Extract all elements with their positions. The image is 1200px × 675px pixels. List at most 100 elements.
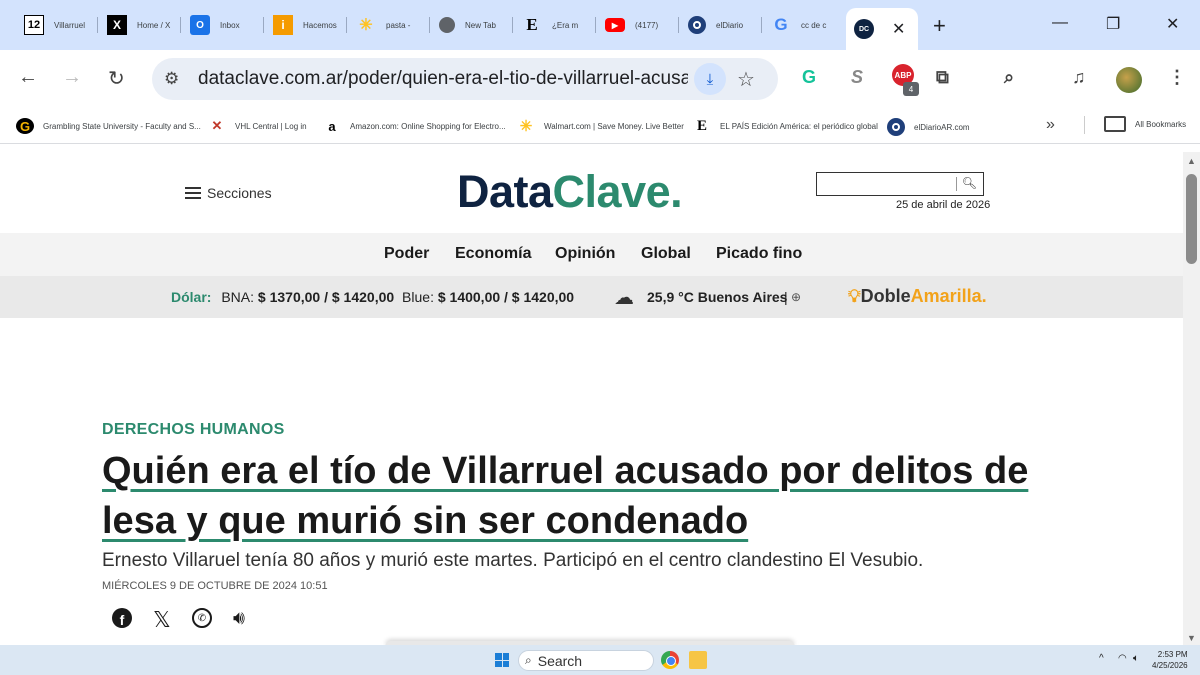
tray-overflow-icon[interactable]: ^ (1099, 653, 1104, 664)
nav-economia[interactable]: Economía (455, 245, 531, 263)
tab-title: Inbox (220, 20, 240, 30)
headline-line-2: lesa y que murió sin ser condenado (102, 500, 749, 542)
tab-separator (678, 17, 679, 33)
bookmark-label: Walmart.com | Save Money. Live Better (544, 121, 684, 131)
file-explorer-icon[interactable] (689, 651, 707, 669)
grammarly-icon[interactable]: G (802, 67, 816, 88)
current-date: 25 de abril de 2026 (896, 199, 991, 211)
search-icon[interactable]: 🔍︎ (962, 176, 977, 190)
elpais-icon: E (696, 117, 707, 134)
bookmark-walmart[interactable]: ✳ Walmart.com | Save Money. Live Better (517, 118, 684, 135)
tab-title: ¿Era m (552, 20, 579, 30)
tab-youtube[interactable]: ▶ (4177) (597, 8, 679, 42)
page-scrollbar[interactable]: ▲ ▼ (1183, 152, 1200, 645)
main-nav: Poder Economía Opinión Global Picado fin… (0, 233, 1183, 276)
bookmarks-divider (1084, 116, 1085, 134)
bna-label: BNA: (221, 289, 255, 305)
tab-dataclave-active[interactable]: DC ✕ (846, 8, 918, 50)
bookmark-elpais[interactable]: E EL PAÍS Edición América: el periódico … (693, 118, 878, 134)
tab-hacemos[interactable]: i Hacemos (265, 8, 347, 42)
tab-x-home[interactable]: X Home / X (99, 8, 181, 42)
nav-global[interactable]: Global (641, 245, 691, 263)
install-app-icon[interactable]: ⤓ (694, 63, 726, 95)
site-search: 🔍︎ (816, 172, 984, 196)
site-settings-icon[interactable]: ⚙ (164, 69, 179, 89)
s-extension-icon[interactable]: S (851, 67, 863, 88)
youtube-icon: ▶ (605, 18, 625, 32)
address-bar[interactable]: ⚙ dataclave.com.ar/poder/quien-era-el-ti… (152, 58, 778, 100)
x-share-icon[interactable]: 𝕏 (153, 607, 171, 633)
new-tab-icon[interactable]: + (933, 13, 946, 39)
tab-title: (4177) (635, 20, 659, 30)
tab-era[interactable]: E ¿Era m (514, 8, 596, 42)
volume-icon[interactable]: 🔈︎ (1133, 653, 1139, 664)
back-icon[interactable]: ← (18, 66, 38, 89)
facebook-share-icon[interactable]: f (112, 608, 132, 628)
taskbar-clock[interactable]: 2:53 PM 4/25/2026 (1152, 649, 1188, 671)
tab-inbox[interactable]: O Inbox (182, 8, 264, 42)
location-icon[interactable]: ⊕ (791, 290, 801, 304)
dolar-rates: Dólar: BNA: $ 1370,00 / $ 1420,00 Blue: … (171, 289, 574, 305)
tab-villarruel[interactable]: 12 Villarruel (16, 8, 98, 42)
bookmark-amazon[interactable]: a Amazon.com: Online Shopping for Electr… (323, 118, 505, 134)
tab-pasta[interactable]: ✳ pasta - (348, 8, 430, 42)
media-control-icon[interactable]: ♫ (1072, 67, 1086, 88)
site-search-input[interactable] (817, 173, 957, 195)
bna-value: $ 1370,00 / $ 1420,00 (257, 289, 395, 305)
nav-opinion[interactable]: Opinión (555, 245, 615, 263)
secciones-label: Secciones (207, 185, 272, 201)
forward-icon[interactable]: → (62, 66, 82, 89)
taskbar-search[interactable]: ⌕ Search (518, 650, 654, 671)
nav-picado-fino[interactable]: Picado fino (716, 245, 802, 263)
amarilla-text: Amarilla. (910, 286, 987, 306)
tab-separator (761, 17, 762, 33)
tab-google[interactable]: G cc de c (763, 8, 845, 42)
url-text[interactable]: dataclave.com.ar/poder/quien-era-el-tio-… (198, 68, 688, 90)
close-tab-icon[interactable]: ✕ (892, 19, 905, 39)
scroll-up-icon[interactable]: ▲ (1187, 156, 1196, 166)
article-headline: Quién era el tío de Villarruel acusado p… (102, 446, 1082, 546)
close-window-icon[interactable]: ✕ (1166, 14, 1179, 34)
restore-icon[interactable]: ❐ (1106, 14, 1120, 34)
bookmark-eldiario[interactable]: elDiarioAR.com (887, 118, 970, 136)
extensions-icon[interactable]: ⧉ (936, 67, 949, 88)
bookmark-label: Grambling State University - Faculty and… (43, 121, 201, 131)
vhl-icon: ✕ (211, 118, 223, 133)
taskbar-search-label: Search (537, 652, 583, 669)
nav-poder[interactable]: Poder (384, 245, 429, 263)
profile-avatar[interactable] (1116, 67, 1142, 93)
chrome-taskbar-icon[interactable] (661, 651, 679, 669)
wifi-icon[interactable]: ◠ (1118, 653, 1127, 664)
minimize-icon[interactable]: — (1052, 14, 1068, 32)
windows-start-icon[interactable] (495, 653, 509, 667)
doble-amarilla-logo[interactable]: 💡︎DobleAmarilla. (848, 286, 987, 307)
secciones-menu-button[interactable]: Secciones (185, 184, 272, 202)
whatsapp-share-icon[interactable]: ✆ (192, 608, 212, 628)
clock-time: 2:53 PM (1157, 650, 1188, 659)
listen-audio-icon[interactable]: 🔊︎ (233, 608, 245, 630)
bookmark-vhl[interactable]: ✕ VHL Central | Log in (208, 118, 307, 134)
bookmark-grambling[interactable]: G Grambling State University - Faculty a… (16, 118, 201, 134)
article-category[interactable]: DERECHOS HUMANOS (102, 421, 285, 439)
bookmark-label: EL PAÍS Edición América: el periódico gl… (720, 121, 878, 131)
doble-text: Doble (860, 286, 911, 306)
tab-separator (346, 17, 347, 33)
elpais-icon: E (526, 15, 538, 34)
eldiario-icon (688, 16, 706, 34)
scrollbar-thumb[interactable] (1186, 174, 1197, 264)
scroll-down-icon[interactable]: ▼ (1187, 633, 1196, 643)
reload-icon[interactable]: ↻ (108, 66, 125, 91)
dataclave-logo[interactable]: DataClave. (457, 166, 683, 218)
menu-icon[interactable]: ⋮ (1168, 67, 1186, 88)
tab-title: elDiario (716, 20, 744, 30)
tab-search-icon[interactable]: ⌕ (1004, 67, 1014, 88)
tab-eldiario[interactable]: elDiario (680, 8, 762, 42)
bookmark-star-icon[interactable]: ☆ (737, 67, 755, 92)
tab-title: pasta - (386, 20, 411, 30)
amazon-icon: a (328, 118, 336, 134)
more-bookmarks-icon[interactable]: » (1046, 116, 1055, 134)
all-bookmarks[interactable]: All Bookmarks (1104, 116, 1186, 132)
dataclave-favicon: DC (854, 19, 874, 39)
tab-new-tab[interactable]: New Tab (431, 8, 513, 42)
bookmarks-bar: G Grambling State University - Faculty a… (0, 108, 1200, 144)
